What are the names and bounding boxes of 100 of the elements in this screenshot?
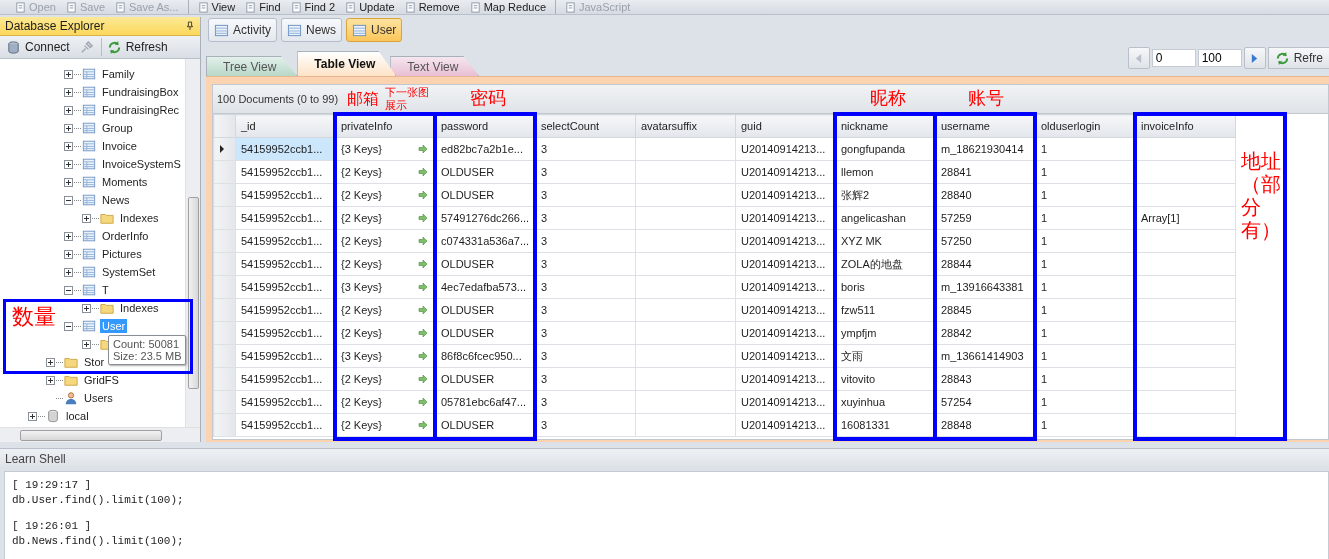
next-page-button[interactable] bbox=[1243, 47, 1266, 69]
tree-item[interactable]: T bbox=[100, 283, 111, 297]
refresh-button[interactable]: Refre bbox=[1267, 47, 1329, 69]
expand-arrow-icon[interactable] bbox=[418, 397, 428, 407]
tree-item[interactable]: SystemSet bbox=[100, 265, 158, 279]
document-icon bbox=[115, 1, 126, 13]
expand-arrow-icon[interactable] bbox=[418, 259, 428, 269]
toolbar-button[interactable]: Map Reduce bbox=[464, 0, 551, 14]
expand-icon[interactable] bbox=[64, 159, 73, 169]
tree-item[interactable]: Pictures bbox=[100, 247, 144, 261]
tree-item[interactable]: OrderInfo bbox=[100, 229, 151, 243]
document-icon bbox=[197, 1, 209, 13]
table-icon bbox=[82, 283, 96, 297]
expand-icon[interactable] bbox=[64, 87, 73, 97]
table-cell: 3 bbox=[535, 298, 636, 322]
expand-icon[interactable] bbox=[46, 375, 55, 385]
vertical-scrollbar[interactable] bbox=[185, 59, 200, 427]
expand-icon[interactable] bbox=[82, 303, 91, 313]
toolbar-button[interactable]: View bbox=[192, 0, 241, 14]
view-tab[interactable]: Tree View bbox=[206, 56, 298, 76]
expand-icon[interactable] bbox=[64, 69, 73, 79]
tree-item[interactable]: News bbox=[100, 193, 132, 207]
folder-icon bbox=[64, 355, 78, 369]
current-row-icon bbox=[219, 144, 225, 154]
pin-icon[interactable] bbox=[186, 21, 194, 31]
table-icon bbox=[82, 121, 96, 135]
expand-icon[interactable] bbox=[28, 411, 37, 421]
tree-item[interactable]: Moments bbox=[100, 175, 150, 189]
document-tab[interactable]: User bbox=[346, 18, 403, 42]
expand-arrow-icon[interactable] bbox=[418, 213, 428, 223]
tree-item[interactable]: Stor bbox=[82, 355, 107, 369]
table-icon bbox=[287, 22, 302, 38]
toolbar-button[interactable]: Find 2 bbox=[285, 0, 341, 14]
database-icon bbox=[6, 39, 21, 55]
expand-icon[interactable] bbox=[64, 177, 73, 187]
column-header[interactable]: selectCount bbox=[535, 114, 636, 138]
collapse-icon[interactable] bbox=[64, 285, 73, 295]
expand-icon[interactable] bbox=[64, 123, 73, 133]
toolbar-button[interactable]: Find bbox=[240, 0, 286, 14]
table-icon bbox=[214, 22, 229, 38]
table-icon bbox=[82, 265, 96, 279]
tree-item[interactable]: Indexes bbox=[118, 301, 161, 315]
expand-arrow-icon[interactable] bbox=[418, 236, 428, 246]
table-icon bbox=[82, 319, 96, 333]
row-header[interactable] bbox=[213, 137, 236, 161]
refresh-icon bbox=[106, 39, 122, 55]
collapse-icon[interactable] bbox=[64, 195, 73, 205]
tree-item[interactable]: Users bbox=[82, 391, 115, 405]
document-tab[interactable]: Activity bbox=[208, 18, 277, 42]
expand-icon[interactable] bbox=[46, 357, 55, 367]
toolbar-button[interactable]: Remove bbox=[399, 0, 465, 14]
folder-icon bbox=[100, 301, 114, 315]
view-tab[interactable]: Text View bbox=[390, 56, 480, 76]
tree-item[interactable]: FundraisingBox bbox=[100, 85, 181, 99]
view-tab[interactable]: Table View bbox=[297, 51, 397, 76]
tree-item[interactable]: InvoiceSystemS bbox=[100, 157, 183, 171]
tree-item[interactable]: Family bbox=[100, 67, 137, 81]
tree-item[interactable]: GridFS bbox=[82, 373, 121, 387]
expand-arrow-icon[interactable] bbox=[418, 282, 428, 292]
column-header[interactable]: olduserlogin bbox=[1035, 114, 1136, 138]
connect-button[interactable]: Connect bbox=[4, 39, 72, 55]
limit-field[interactable]: 100 bbox=[1197, 49, 1242, 67]
tree-item[interactable]: Group bbox=[100, 121, 135, 135]
expand-icon[interactable] bbox=[64, 141, 73, 151]
expand-arrow-icon[interactable] bbox=[418, 420, 428, 430]
expand-icon[interactable] bbox=[64, 231, 73, 241]
table-icon bbox=[82, 229, 96, 243]
column-header[interactable]: _id bbox=[235, 114, 336, 138]
expand-icon[interactable] bbox=[82, 339, 91, 349]
table-cell: 3 bbox=[535, 321, 636, 345]
document-tab[interactable]: News bbox=[281, 18, 343, 42]
column-header[interactable]: guid bbox=[735, 114, 836, 138]
expand-arrow-icon[interactable] bbox=[418, 305, 428, 315]
toolbar-button[interactable]: Update bbox=[340, 0, 400, 14]
tree-item[interactable]: FundraisingRec bbox=[100, 103, 182, 117]
expand-arrow-icon[interactable] bbox=[418, 374, 428, 384]
previous-page-button[interactable] bbox=[1127, 47, 1150, 69]
expand-arrow-icon[interactable] bbox=[418, 190, 428, 200]
expand-arrow-icon[interactable] bbox=[418, 351, 428, 361]
refresh-button[interactable]: Refresh bbox=[104, 39, 170, 55]
document-icon bbox=[15, 1, 26, 13]
expand-icon[interactable] bbox=[64, 267, 73, 277]
column-header[interactable]: avatarsuffix bbox=[635, 114, 736, 138]
user-icon bbox=[64, 391, 78, 405]
table-icon bbox=[352, 22, 368, 38]
expand-icon[interactable] bbox=[64, 249, 73, 259]
expand-arrow-icon[interactable] bbox=[418, 167, 428, 177]
tree-item[interactable]: local bbox=[64, 409, 91, 423]
document-icon bbox=[404, 1, 416, 13]
expand-icon[interactable] bbox=[82, 213, 91, 223]
tree-item[interactable]: Indexes bbox=[118, 211, 161, 225]
skip-field[interactable]: 0 bbox=[1151, 49, 1196, 67]
tree-item[interactable]: Invoice bbox=[100, 139, 139, 153]
collapse-icon[interactable] bbox=[64, 321, 73, 331]
expand-arrow-icon[interactable] bbox=[418, 144, 428, 154]
expand-arrow-icon[interactable] bbox=[418, 328, 428, 338]
horizontal-scrollbar[interactable] bbox=[0, 427, 200, 442]
annotation-label: 昵称 bbox=[870, 88, 907, 109]
folder-icon bbox=[64, 373, 78, 387]
expand-icon[interactable] bbox=[64, 105, 73, 115]
